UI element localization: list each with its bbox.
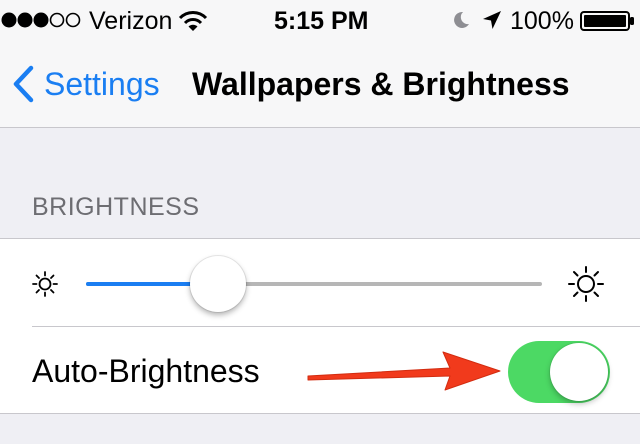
auto-brightness-toggle[interactable] bbox=[508, 341, 610, 403]
moon-icon bbox=[454, 11, 469, 28]
section-header-brightness: BRIGHTNESS bbox=[32, 193, 200, 221]
auto-brightness-label: Auto-Brightness bbox=[32, 353, 260, 389]
status-bar: Verizon 5:15 PM 100% bbox=[0, 0, 640, 40]
row-divider bbox=[32, 326, 640, 327]
location-arrow-icon bbox=[483, 11, 501, 29]
sun-small-icon bbox=[32, 271, 58, 297]
battery-icon bbox=[580, 11, 634, 31]
status-time: 5:15 PM bbox=[274, 7, 369, 35]
toggle-knob bbox=[550, 343, 608, 401]
navigation-bar: Settings Wallpapers & Brightness bbox=[0, 40, 640, 128]
brightness-slider-thumb[interactable] bbox=[190, 256, 247, 312]
sun-large-icon bbox=[568, 266, 604, 302]
red-arrow-icon bbox=[307, 351, 501, 391]
wifi-icon bbox=[178, 11, 208, 31]
back-button[interactable]: Settings bbox=[12, 62, 160, 106]
back-button-label: Settings bbox=[44, 66, 160, 102]
chevron-left-icon bbox=[13, 65, 34, 103]
carrier-label: Verizon bbox=[89, 7, 173, 35]
page-title: Wallpapers & Brightness bbox=[192, 66, 570, 102]
battery-percentage: 100% bbox=[510, 7, 574, 35]
brightness-slider[interactable] bbox=[86, 282, 542, 286]
signal-strength-icon bbox=[1, 12, 81, 28]
